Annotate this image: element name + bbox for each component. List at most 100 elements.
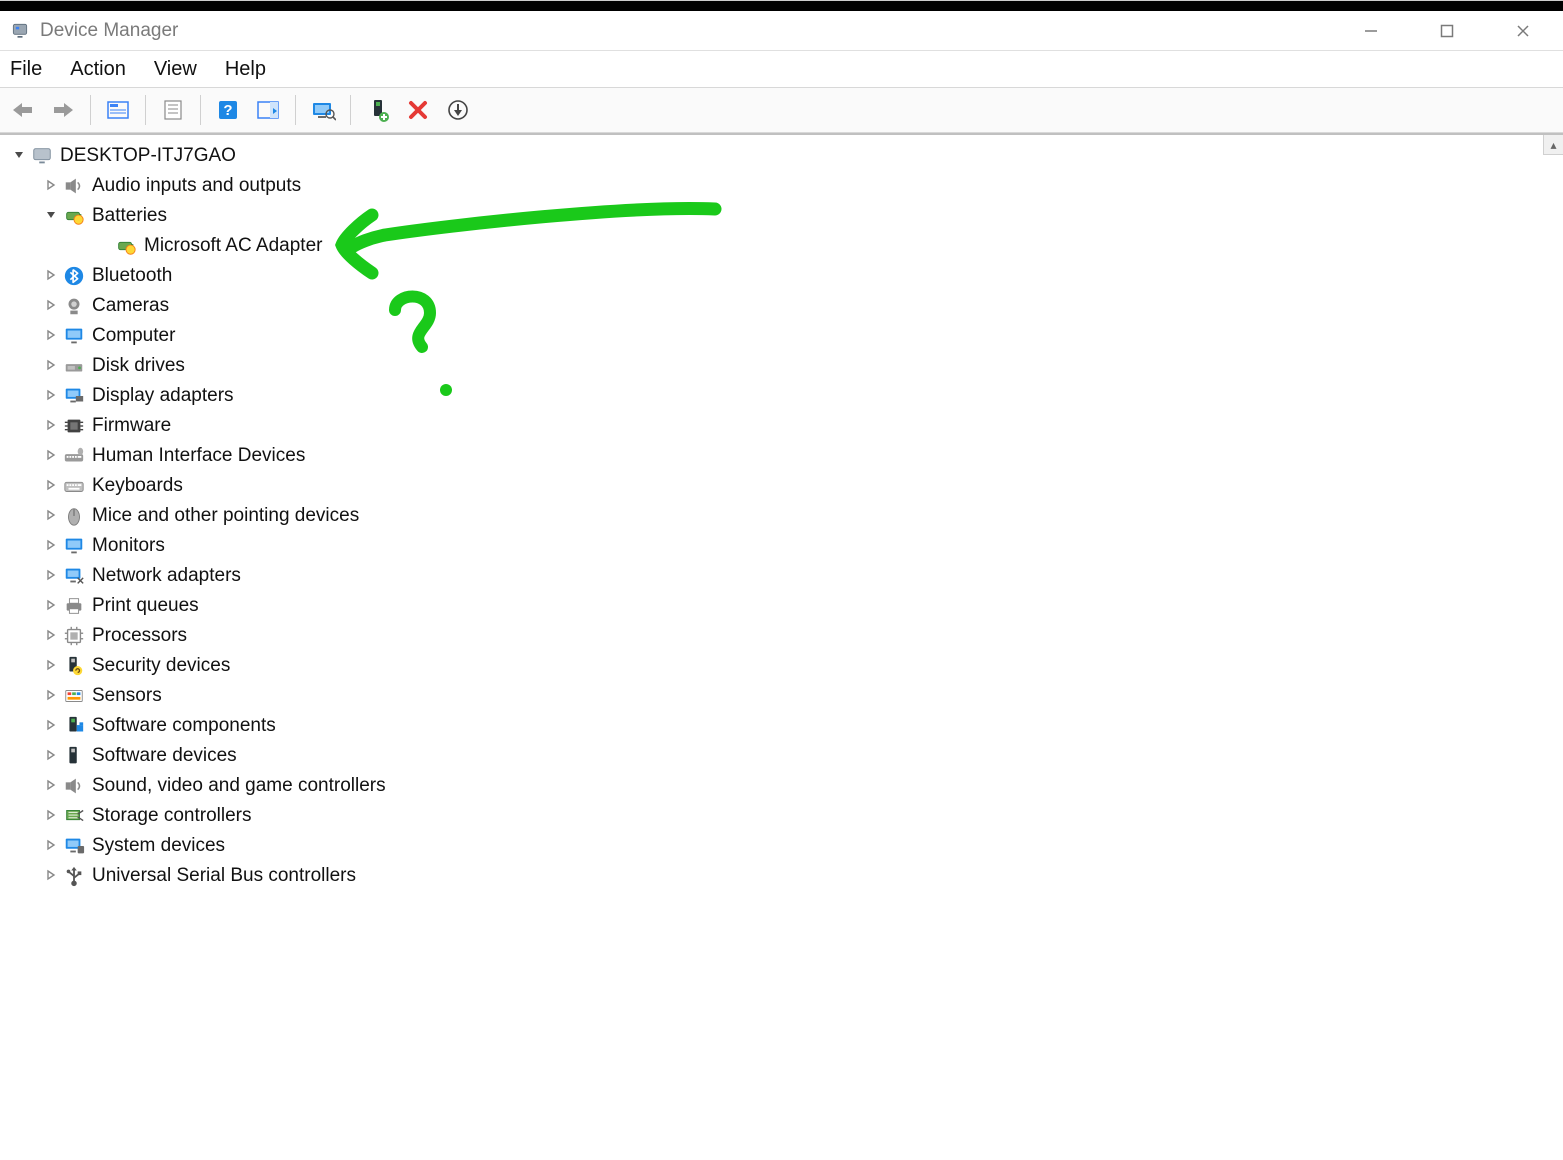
tree-node-batteries[interactable]: Batteries: [4, 201, 1563, 231]
node-label: Storage controllers: [92, 801, 251, 831]
node-label: Network adapters: [92, 561, 241, 591]
tree-node-print-queues[interactable]: Print queues: [4, 591, 1563, 621]
tree-node-usb[interactable]: Universal Serial Bus controllers: [4, 861, 1563, 891]
minimize-button[interactable]: [1357, 17, 1385, 45]
storage-icon: [62, 804, 86, 828]
properties-button[interactable]: [156, 93, 190, 127]
tree-node-system[interactable]: System devices: [4, 831, 1563, 861]
add-driver-button[interactable]: [361, 93, 395, 127]
chevron-right-icon[interactable]: [42, 621, 60, 651]
scan-hardware-button[interactable]: [306, 93, 340, 127]
tree-node-sound-video-game[interactable]: Sound, video and game controllers: [4, 771, 1563, 801]
node-label: Audio inputs and outputs: [92, 171, 301, 201]
device-manager-window: Device Manager File Action View Help: [0, 0, 1563, 1159]
tree-node-network[interactable]: Network adapters: [4, 561, 1563, 591]
root-label: DESKTOP-ITJ7GAO: [60, 141, 236, 171]
computer-icon: [30, 144, 54, 168]
chevron-right-icon[interactable]: [42, 681, 60, 711]
chevron-right-icon[interactable]: [42, 381, 60, 411]
tree-node-sensors[interactable]: Sensors: [4, 681, 1563, 711]
show-hidden-button[interactable]: [101, 93, 135, 127]
chevron-right-icon[interactable]: [42, 501, 60, 531]
menu-file[interactable]: File: [10, 58, 42, 81]
tree-node-computer[interactable]: Computer: [4, 321, 1563, 351]
tree-node-display-adapters[interactable]: Display adapters: [4, 381, 1563, 411]
remove-device-button[interactable]: [401, 93, 435, 127]
node-label: Firmware: [92, 411, 171, 441]
node-label: Software devices: [92, 741, 237, 771]
software-component-icon: [62, 714, 86, 738]
chevron-right-icon[interactable]: [42, 741, 60, 771]
tree-node-disk-drives[interactable]: Disk drives: [4, 351, 1563, 381]
chevron-right-icon[interactable]: [42, 411, 60, 441]
tree-node-mice[interactable]: Mice and other pointing devices: [4, 501, 1563, 531]
chevron-down-icon[interactable]: [10, 141, 28, 171]
node-label: Sound, video and game controllers: [92, 771, 386, 801]
node-label: Cameras: [92, 291, 169, 321]
title-bar: Device Manager: [0, 11, 1563, 51]
menu-view[interactable]: View: [154, 58, 197, 81]
chevron-right-icon[interactable]: [42, 351, 60, 381]
chevron-right-icon[interactable]: [42, 801, 60, 831]
chevron-right-icon[interactable]: [42, 861, 60, 891]
chevron-right-icon[interactable]: [42, 711, 60, 741]
chevron-right-icon[interactable]: [42, 441, 60, 471]
chevron-right-icon[interactable]: [42, 321, 60, 351]
network-icon: [62, 564, 86, 588]
update-driver-button[interactable]: [441, 93, 475, 127]
menu-help[interactable]: Help: [225, 58, 266, 81]
chevron-right-icon[interactable]: [42, 171, 60, 201]
node-label: Keyboards: [92, 471, 183, 501]
tree-node-hid[interactable]: Human Interface Devices: [4, 441, 1563, 471]
close-button[interactable]: [1509, 17, 1537, 45]
tree-node-software-components[interactable]: Software components: [4, 711, 1563, 741]
camera-icon: [62, 294, 86, 318]
tree-node-audio[interactable]: Audio inputs and outputs: [4, 171, 1563, 201]
node-label: System devices: [92, 831, 225, 861]
window-controls: [1357, 17, 1553, 45]
chevron-down-icon[interactable]: [42, 201, 60, 231]
chevron-right-icon[interactable]: [42, 471, 60, 501]
device-tree: DESKTOP-ITJ7GAO Audio inputs and outputs: [0, 135, 1563, 897]
chevron-right-icon[interactable]: [42, 291, 60, 321]
tree-node-software-devices[interactable]: Software devices: [4, 741, 1563, 771]
forward-button[interactable]: [46, 93, 80, 127]
disk-icon: [62, 354, 86, 378]
chevron-right-icon[interactable]: [42, 591, 60, 621]
battery-icon: [114, 234, 138, 258]
tree-node-cameras[interactable]: Cameras: [4, 291, 1563, 321]
tree-node-security[interactable]: Security devices: [4, 651, 1563, 681]
window-title: Device Manager: [40, 20, 178, 42]
printer-icon: [62, 594, 86, 618]
tree-node-ac-adapter[interactable]: Microsoft AC Adapter: [4, 231, 1563, 261]
menu-action[interactable]: Action: [70, 58, 126, 81]
device-tree-pane[interactable]: ▴ DESKTOP-ITJ7GAO Audio i: [0, 133, 1563, 1160]
chevron-right-icon[interactable]: [42, 531, 60, 561]
node-label: Computer: [92, 321, 175, 351]
tree-node-bluetooth[interactable]: Bluetooth: [4, 261, 1563, 291]
chevron-right-icon[interactable]: [42, 561, 60, 591]
chevron-right-icon[interactable]: [42, 261, 60, 291]
monitor-icon: [62, 534, 86, 558]
sensor-icon: [62, 684, 86, 708]
toolbar-separator: [295, 95, 296, 125]
chevron-right-icon[interactable]: [42, 831, 60, 861]
node-label: Universal Serial Bus controllers: [92, 861, 356, 891]
node-label: Security devices: [92, 651, 230, 681]
maximize-button[interactable]: [1433, 17, 1461, 45]
tree-root[interactable]: DESKTOP-ITJ7GAO: [4, 141, 1563, 171]
help-button[interactable]: ?: [211, 93, 245, 127]
tree-node-firmware[interactable]: Firmware: [4, 411, 1563, 441]
scroll-up-button[interactable]: ▴: [1543, 135, 1563, 155]
node-label: Batteries: [92, 201, 167, 231]
menu-bar: File Action View Help: [0, 51, 1563, 87]
tree-node-storage[interactable]: Storage controllers: [4, 801, 1563, 831]
chevron-right-icon[interactable]: [42, 651, 60, 681]
tree-node-keyboards[interactable]: Keyboards: [4, 471, 1563, 501]
tree-node-processors[interactable]: Processors: [4, 621, 1563, 651]
toolbar-separator: [145, 95, 146, 125]
tree-node-monitors[interactable]: Monitors: [4, 531, 1563, 561]
action-pane-button[interactable]: [251, 93, 285, 127]
back-button[interactable]: [6, 93, 40, 127]
chevron-right-icon[interactable]: [42, 771, 60, 801]
